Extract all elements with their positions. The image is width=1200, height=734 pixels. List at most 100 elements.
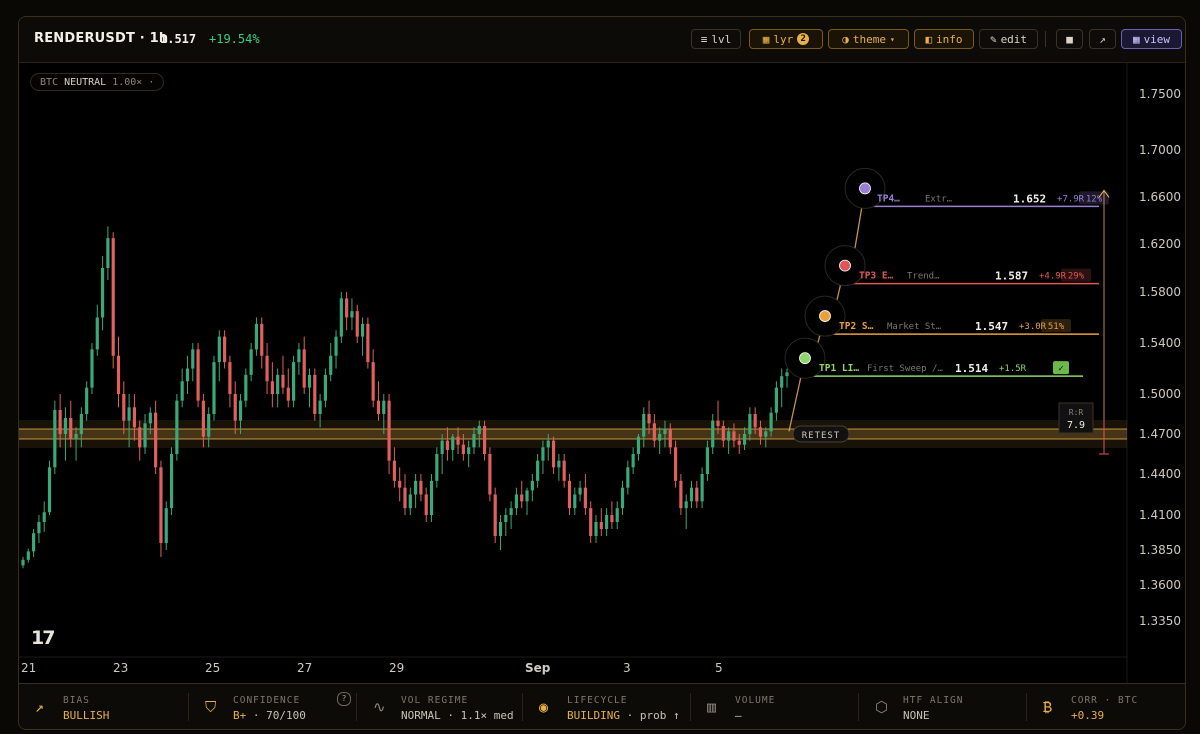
candle-body bbox=[551, 440, 556, 468]
candle-body bbox=[652, 423, 656, 441]
y-tick-label: 1.6600 bbox=[1139, 190, 1181, 204]
candle-body bbox=[493, 494, 497, 536]
target-desc: Trend… bbox=[907, 272, 940, 282]
candle-body bbox=[58, 410, 62, 434]
target-prob: 29% bbox=[1068, 272, 1085, 282]
x-tick-label: 5 bbox=[715, 661, 723, 675]
target-prob: 51% bbox=[1048, 322, 1065, 332]
confidence-label: CONFIDENCE bbox=[233, 695, 301, 706]
status-confidence[interactable]: ⛉ CONFIDENCE B+ · 70/100 ? bbox=[189, 684, 357, 729]
candle-body bbox=[90, 349, 94, 388]
confidence-grade: B+ bbox=[233, 709, 247, 722]
vol-regime-label: VOL REGIME bbox=[401, 695, 469, 706]
candle-body bbox=[742, 434, 747, 445]
candle-body bbox=[313, 374, 317, 414]
rr-label: R:R bbox=[1069, 408, 1084, 417]
y-tick-label: 1.4400 bbox=[1139, 467, 1181, 481]
wave-icon: ∿ bbox=[373, 698, 386, 716]
candle-body bbox=[514, 494, 519, 509]
candle-body bbox=[541, 447, 545, 461]
candle-body bbox=[429, 480, 434, 515]
candle-body bbox=[525, 490, 529, 502]
candle-body bbox=[440, 440, 444, 454]
candle-body bbox=[244, 374, 248, 401]
candle-body bbox=[663, 428, 667, 434]
price-chart[interactable]: RETEST TP1 LI… First Sweep /… 1.514 +1.5R ✓ TP… bbox=[19, 17, 1185, 683]
status-corr-btc[interactable]: ₿ CORR · BTC +0.39 bbox=[1027, 684, 1185, 729]
candle-body bbox=[435, 454, 439, 481]
status-htf-align[interactable]: ⬡ HTF ALIGN NONE bbox=[859, 684, 1027, 729]
volume-value: – bbox=[735, 709, 742, 722]
candle-body bbox=[382, 400, 386, 414]
candle-body bbox=[732, 431, 736, 441]
candle-body bbox=[212, 362, 216, 414]
candle-body bbox=[345, 298, 349, 318]
vol-regime-value: NORMAL · 1.1× med bbox=[401, 709, 514, 722]
y-tick-label: 1.4100 bbox=[1139, 508, 1181, 522]
chart-window: RENDERUSDT · 1h 1.517 +19.54% ≡ lvl ▦ lyr … bbox=[18, 16, 1186, 730]
status-vol-regime[interactable]: ∿ VOL REGIME NORMAL · 1.1× med bbox=[357, 684, 523, 729]
status-volume[interactable]: ▥ VOLUME – bbox=[691, 684, 859, 729]
rr-value: 7.9 bbox=[1067, 420, 1085, 431]
lifecycle-prob: · prob ↑ bbox=[626, 709, 680, 722]
htf-align-label: HTF ALIGN bbox=[903, 695, 964, 706]
candle-body bbox=[689, 487, 694, 502]
btc-regime-pill[interactable]: BTC NEUTRAL 1.00× · bbox=[30, 73, 165, 91]
y-tick-label: 1.6200 bbox=[1139, 237, 1181, 251]
help-icon[interactable]: ? bbox=[337, 692, 351, 706]
bias-value: BULLISH bbox=[63, 709, 110, 722]
candle-body bbox=[228, 362, 232, 394]
candle-body bbox=[398, 480, 402, 488]
candle-body bbox=[711, 420, 715, 448]
candle-body bbox=[32, 533, 36, 552]
lifecycle-label: LIFECYCLE bbox=[567, 695, 628, 706]
status-bias[interactable]: ↗ BIAS BULLISH bbox=[19, 684, 189, 729]
candle-body bbox=[265, 355, 269, 382]
status-lifecycle[interactable]: ◉ LIFECYCLE BUILDING · prob ↑ bbox=[523, 684, 691, 729]
candle-body bbox=[376, 400, 381, 414]
candle-body bbox=[318, 400, 322, 414]
candle-body bbox=[143, 423, 147, 448]
candle-body bbox=[323, 374, 328, 401]
candle-body bbox=[615, 508, 619, 522]
target-r-multiple: +1.5R bbox=[999, 364, 1027, 374]
check-icon: ✓ bbox=[1058, 364, 1063, 374]
candle-body bbox=[191, 349, 195, 369]
candle-body bbox=[610, 515, 614, 522]
candle-body bbox=[700, 474, 704, 502]
candle-body bbox=[69, 418, 73, 440]
candle-body bbox=[286, 387, 290, 401]
btc-pill-prefix: BTC bbox=[40, 76, 59, 88]
x-tick-label: Sep bbox=[525, 661, 551, 675]
candle-body bbox=[100, 268, 105, 318]
candle-body bbox=[260, 323, 264, 356]
candle-body bbox=[414, 480, 418, 495]
candle-body bbox=[472, 434, 476, 448]
tradingview-logo[interactable]: 17 bbox=[31, 627, 55, 649]
candle-body bbox=[132, 407, 137, 428]
candle-body bbox=[366, 323, 370, 363]
target-marker-tp3 bbox=[839, 259, 851, 272]
candle-body bbox=[456, 436, 460, 445]
target-price: 1.587 bbox=[995, 270, 1028, 283]
candle-body bbox=[26, 551, 30, 560]
lifecycle-value: BUILDING bbox=[567, 709, 620, 722]
candle-body bbox=[392, 460, 396, 481]
candle-body bbox=[281, 374, 285, 388]
y-tick-label: 1.7500 bbox=[1139, 87, 1181, 101]
candle-body bbox=[297, 349, 301, 363]
target-price: 1.652 bbox=[1013, 192, 1046, 205]
candle-body bbox=[467, 447, 471, 454]
y-tick-label: 1.3850 bbox=[1139, 543, 1181, 557]
target-marker-tp4 bbox=[859, 182, 871, 195]
volume-label: VOLUME bbox=[735, 695, 776, 706]
candle-body bbox=[482, 426, 487, 454]
target-price: 1.547 bbox=[975, 320, 1008, 333]
target-name: TP3 E… bbox=[859, 271, 894, 282]
candle-body bbox=[207, 414, 211, 437]
candle-body bbox=[785, 372, 789, 377]
candle-body bbox=[716, 420, 720, 426]
candle-body bbox=[37, 522, 41, 534]
bars-icon: ▥ bbox=[707, 698, 717, 716]
candle-body bbox=[753, 414, 757, 428]
